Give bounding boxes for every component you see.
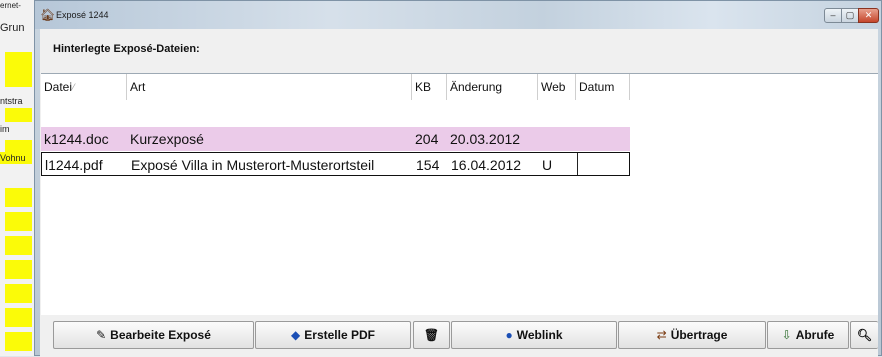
background-label: Grun bbox=[0, 22, 25, 34]
background-yellow-field[interactable] bbox=[5, 188, 32, 207]
pdf-icon: ◆ bbox=[291, 328, 301, 342]
fetch-button[interactable]: ⇩ Abrufe bbox=[767, 321, 849, 349]
table-row[interactable]: l1244.pdf Exposé Villa in Musterort-Must… bbox=[41, 152, 630, 176]
fetch-icon: ⇩ bbox=[781, 328, 792, 342]
background-label: ernet- bbox=[0, 1, 21, 10]
delete-button[interactable]: 🗑︎ bbox=[413, 321, 450, 349]
cell-datum bbox=[577, 153, 629, 177]
cell-datei: k1244.doc bbox=[44, 131, 109, 147]
bottom-toolbar: ✎ Bearbeite Exposé ◆ Erstelle PDF 🗑︎ ● Webl… bbox=[40, 315, 878, 357]
expose-window: 🏠︎ Exposé 1244 – ▢ ✕ Hinterlegte Exposé-… bbox=[34, 0, 882, 357]
cell-kb: 204 bbox=[415, 131, 439, 147]
minimize-button[interactable]: – bbox=[824, 8, 842, 23]
magnifier-icon: 🔍︎ bbox=[856, 328, 873, 342]
window-client-area: Hinterlegte Exposé-Dateien: Datei⁄ Art K… bbox=[40, 29, 878, 357]
cell-aenderung: 20.03.2012 bbox=[450, 131, 521, 147]
cell-web: U bbox=[542, 157, 553, 173]
column-header-web[interactable]: Web bbox=[538, 74, 576, 100]
weblink-button[interactable]: ● Weblink bbox=[451, 321, 617, 349]
background-yellow-field[interactable] bbox=[5, 260, 32, 279]
background-yellow-field[interactable] bbox=[5, 68, 32, 87]
cell-datum bbox=[576, 127, 630, 151]
maximize-button[interactable]: ▢ bbox=[841, 8, 859, 23]
fetch-label: Abrufe bbox=[795, 328, 835, 342]
cell-kb: 154 bbox=[416, 157, 440, 173]
house-icon: 🏠︎ bbox=[40, 8, 56, 22]
background-yellow-field[interactable] bbox=[5, 284, 32, 303]
background-label: ntstra bbox=[0, 96, 23, 106]
background-yellow-field[interactable] bbox=[5, 108, 32, 122]
sort-indicator-icon: ⁄ bbox=[73, 82, 75, 92]
transfer-button[interactable]: ⇄ Übertrage bbox=[618, 321, 766, 349]
pencil-icon: ✎ bbox=[96, 328, 107, 342]
column-header-kb[interactable]: KB bbox=[412, 74, 447, 100]
background-yellow-field[interactable] bbox=[5, 236, 32, 255]
close-button[interactable]: ✕ bbox=[858, 8, 879, 23]
window-title: Exposé 1244 bbox=[56, 10, 109, 20]
background-label: Vohnu bbox=[0, 153, 26, 163]
cell-divider bbox=[577, 153, 578, 175]
cell-aenderung: 16.04.2012 bbox=[451, 157, 522, 173]
file-table: Datei⁄ Art KB Änderung Web Datum k1244.d… bbox=[41, 73, 878, 341]
weblink-label: Weblink bbox=[516, 328, 563, 342]
title-bar[interactable]: 🏠︎ Exposé 1244 – ▢ ✕ bbox=[35, 1, 881, 29]
create-pdf-button[interactable]: ◆ Erstelle PDF bbox=[255, 321, 411, 349]
globe-icon: ● bbox=[505, 328, 513, 342]
background-yellow-field[interactable] bbox=[5, 212, 32, 231]
transfer-label: Übertrage bbox=[670, 328, 728, 342]
section-heading: Hinterlegte Exposé-Dateien: bbox=[53, 43, 200, 55]
trash-icon: 🗑︎ bbox=[423, 328, 440, 342]
column-header-aenderung[interactable]: Änderung bbox=[447, 74, 538, 100]
cell-datei: l1244.pdf bbox=[45, 157, 103, 173]
transfer-icon: ⇄ bbox=[656, 328, 667, 342]
cell-art: Kurzexposé bbox=[130, 131, 204, 147]
column-header-datei[interactable]: Datei⁄ bbox=[41, 74, 127, 100]
background-label: im bbox=[0, 124, 10, 134]
column-header-art[interactable]: Art bbox=[127, 74, 412, 100]
column-header-datum[interactable]: Datum bbox=[576, 74, 630, 100]
edit-expose-button[interactable]: ✎ Bearbeite Exposé bbox=[53, 321, 254, 349]
cell-web bbox=[538, 127, 576, 151]
background-yellow-field[interactable] bbox=[5, 308, 32, 327]
create-pdf-label: Erstelle PDF bbox=[304, 328, 375, 342]
edit-expose-label: Bearbeite Exposé bbox=[110, 328, 211, 342]
zoom-button[interactable]: 🔍︎ bbox=[850, 321, 878, 349]
cell-art: Exposé Villa in Musterort-Musterortsteil bbox=[131, 157, 375, 173]
background-app-strip: ernet- Grun ntstra im Vohnu bbox=[0, 0, 35, 356]
table-row[interactable]: k1244.doc Kurzexposé 204 20.03.2012 bbox=[41, 127, 630, 151]
background-yellow-field[interactable] bbox=[5, 332, 32, 351]
